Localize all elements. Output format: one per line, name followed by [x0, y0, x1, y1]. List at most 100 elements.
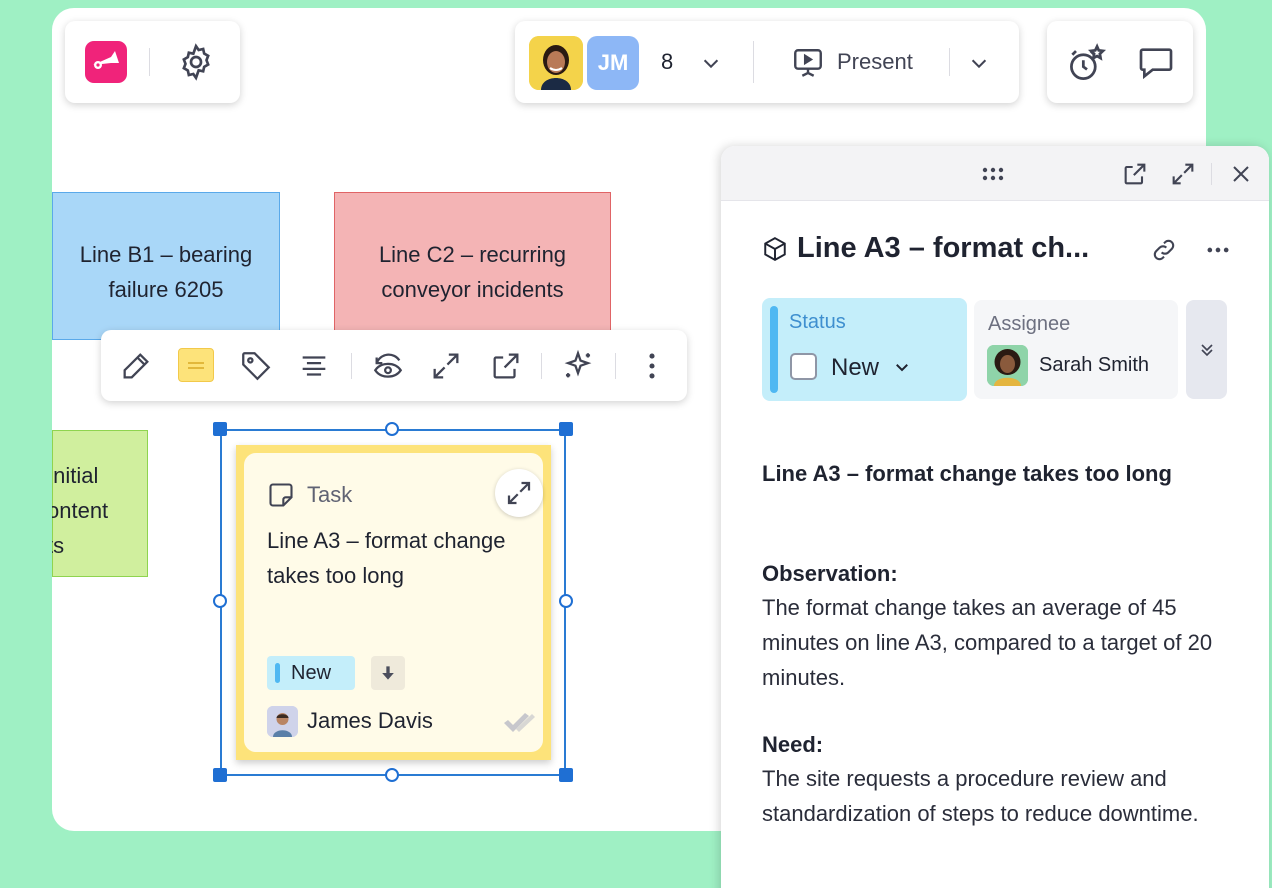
- user-photo-icon: [529, 36, 583, 90]
- task-title: Line A3 – format change takes too long: [267, 528, 506, 588]
- avatar-initials[interactable]: JM: [587, 36, 639, 90]
- resize-handle-bottom[interactable]: [385, 768, 399, 782]
- avatar[interactable]: [529, 36, 583, 90]
- avatar: [987, 345, 1028, 386]
- observation-text: The format change takes an average of 45…: [762, 595, 1213, 690]
- app-logo[interactable]: [85, 41, 127, 83]
- logo-icon: [93, 51, 119, 69]
- pencil-icon: [123, 353, 149, 379]
- divider: [753, 41, 754, 83]
- status-value[interactable]: New: [831, 354, 879, 382]
- double-check-icon[interactable]: [502, 711, 536, 735]
- sticky-text-line2: ontent: [52, 498, 109, 523]
- expand-button[interactable]: [427, 347, 465, 385]
- close-panel-button[interactable]: [1225, 158, 1257, 190]
- chevron-down-icon[interactable]: [893, 358, 911, 376]
- maximize-panel-button[interactable]: [1167, 158, 1199, 190]
- status-badge[interactable]: New: [267, 656, 355, 690]
- user-photo-icon: [987, 345, 1028, 386]
- online-user-count: 8: [661, 49, 674, 74]
- close-icon: [1233, 166, 1249, 182]
- present-label[interactable]: Present: [837, 49, 913, 75]
- need-text: The site requests a procedure review and…: [762, 766, 1199, 826]
- panel-more-button[interactable]: [1201, 234, 1235, 266]
- sticky-note-initial-content[interactable]: Initial ontent ts: [52, 430, 148, 577]
- task-icon: [269, 483, 293, 507]
- arrow-down-icon: [382, 666, 394, 680]
- comments-button[interactable]: [1133, 41, 1179, 85]
- resize-handle-bottom-left[interactable]: [213, 768, 227, 782]
- more-vertical-icon: [649, 353, 655, 379]
- assignee-name: Sarah Smith: [1039, 354, 1150, 376]
- link-icon: [1153, 239, 1175, 261]
- sticky-text-line2: failure 6205: [108, 277, 224, 302]
- timer-icon: [1070, 43, 1107, 80]
- assignee-field-label: Assignee: [988, 313, 1071, 335]
- align-center-icon: [302, 356, 326, 376]
- description-heading: Line A3 – format change takes too long: [762, 461, 1172, 486]
- app-toolbar: [65, 21, 240, 103]
- sticky-text-line3: ts: [52, 533, 65, 558]
- sticky-note-line-b1[interactable]: Line B1 – bearing failure 6205: [52, 192, 280, 340]
- priority-button[interactable]: [371, 656, 405, 690]
- sticky-text-line1: Initial: [52, 463, 99, 488]
- more-fields-button[interactable]: [1186, 300, 1227, 399]
- task-assignee-name: James Davis: [307, 708, 433, 733]
- ai-assist-button[interactable]: [559, 347, 597, 385]
- divider: [541, 353, 542, 379]
- task-detail-panel: Line A3 – format ch... Status New Assign…: [721, 146, 1269, 888]
- presentation-icon: [794, 49, 822, 77]
- align-text-button[interactable]: [295, 347, 333, 385]
- copy-link-button[interactable]: [1147, 234, 1181, 266]
- task-card-body: Task Line A3 – format change takes too l…: [244, 453, 543, 752]
- task-card[interactable]: Task Line A3 – format change takes too l…: [236, 445, 551, 760]
- expand-icon: [433, 353, 459, 379]
- utility-toolbar: [1047, 21, 1193, 103]
- more-options-button[interactable]: [633, 347, 671, 385]
- open-task-button[interactable]: [495, 469, 543, 517]
- timer-button[interactable]: [1063, 41, 1111, 85]
- chat-bubble-icon: [1139, 48, 1173, 80]
- resize-handle-top-right[interactable]: [559, 422, 573, 436]
- panel-header: [721, 146, 1269, 201]
- tag-button[interactable]: [237, 347, 275, 385]
- divider: [351, 353, 352, 379]
- status-checkbox[interactable]: [790, 353, 817, 380]
- present-options-button[interactable]: [963, 47, 995, 79]
- open-in-new-button[interactable]: [1119, 158, 1151, 190]
- divider: [615, 353, 616, 379]
- expand-icon: [1172, 163, 1194, 185]
- task-type-label: Task: [307, 482, 353, 507]
- visibility-button[interactable]: [369, 347, 407, 385]
- resize-handle-right[interactable]: [559, 594, 573, 608]
- drag-dots-icon: [982, 167, 1004, 181]
- resize-handle-left[interactable]: [213, 594, 227, 608]
- open-external-button[interactable]: [487, 347, 525, 385]
- user-photo-icon: [267, 706, 298, 737]
- sticky-text-line2: conveyor incidents: [381, 277, 564, 302]
- chevron-down-icon: [971, 59, 987, 69]
- eye-refresh-icon: [373, 353, 403, 378]
- resize-handle-top[interactable]: [385, 422, 399, 436]
- divider: [949, 48, 950, 76]
- resize-handle-top-left[interactable]: [213, 422, 227, 436]
- panel-title: Line A3 – format ch...: [797, 232, 1090, 264]
- cube-icon: [764, 237, 786, 261]
- note-color-icon: [188, 362, 204, 369]
- drag-handle[interactable]: [977, 160, 1009, 188]
- resize-handle-bottom-right[interactable]: [559, 768, 573, 782]
- gear-icon: [182, 43, 210, 81]
- settings-button[interactable]: [173, 39, 219, 85]
- sticky-text-line1: Line B1 – bearing: [79, 242, 253, 267]
- sticky-text-line1: Line C2 – recurring: [378, 242, 567, 267]
- present-button[interactable]: [787, 43, 829, 83]
- users-dropdown-button[interactable]: [695, 47, 727, 79]
- external-link-icon: [493, 353, 519, 379]
- double-chevron-down-icon: [1200, 343, 1213, 356]
- edit-button[interactable]: [117, 347, 155, 385]
- more-horizontal-icon: [1207, 247, 1229, 253]
- sticky-color-button[interactable]: [178, 348, 214, 382]
- status-field-label: Status: [789, 311, 846, 333]
- sparkles-icon: [564, 349, 592, 378]
- sticky-note-line-c2[interactable]: Line C2 – recurring conveyor incidents: [334, 192, 611, 332]
